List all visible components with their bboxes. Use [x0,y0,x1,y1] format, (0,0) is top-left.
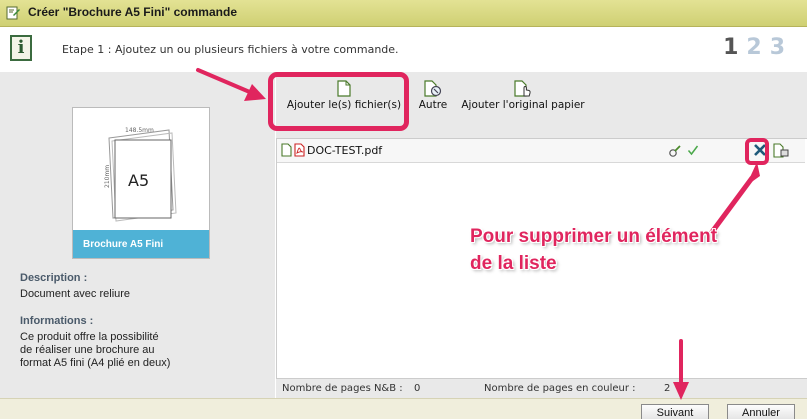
color-pages-label: Nombre de pages en couleur : [484,383,636,394]
info-line-2: de réaliser une brochure au [20,344,155,356]
info-icon: i [10,35,32,61]
document-scan-icon [424,80,442,97]
hand-document-icon [514,80,531,97]
file-name: DOC-TEST.pdf [307,144,383,157]
window-title: Créer "Brochure A5 Fini" commande [28,5,237,19]
document-edit-icon [6,6,20,20]
annotation-line-1: Pour supprimer un élément [470,226,718,247]
delete-annotation: Pour supprimer un élément de la liste [470,223,790,277]
settings-tool-icon[interactable] [668,144,682,158]
add-paper-original-button[interactable]: Ajouter l'original papier [458,80,588,111]
step-3: 3 [769,35,793,60]
thumb-format-label: A5 [128,171,149,190]
brochure-icon: 148.5mm 210mm A5 [104,127,177,222]
info-label: Informations : [20,315,94,327]
title-bar: Créer "Brochure A5 Fini" commande [0,0,807,27]
pdf-icon [294,143,305,157]
annotation-line-2: de la liste [470,253,557,274]
thumb-height-label: 210mm [104,165,111,188]
color-pages-value: 2 [664,383,671,394]
product-thumbnail: 148.5mm 210mm A5 [73,108,209,232]
step-indicator: 123 [723,35,793,60]
document-print-icon[interactable] [773,143,789,158]
other-source-label: Autre [418,99,448,111]
description-text: Document avec reliure [20,288,131,300]
add-files-highlight [268,72,409,131]
product-card: 148.5mm 210mm A5 Brochure A5 Fini [72,107,210,259]
step-1: 1 [723,35,747,60]
document-icon [281,143,292,157]
delete-highlight [745,138,769,165]
next-button[interactable]: Suivant [641,404,709,419]
step-bar: i Etape 1 : Ajoutez un ou plusieurs fich… [0,28,807,72]
product-panel: 148.5mm 210mm A5 Brochure A5 Fini Descri… [0,72,275,398]
dialog-footer: Suivant Annuler [0,398,807,419]
step-instruction: Etape 1 : Ajoutez un ou plusieurs fichie… [62,43,399,56]
cancel-button[interactable]: Annuler [727,404,795,419]
description-label: Description : [20,272,88,284]
step-2: 2 [746,35,770,60]
thumb-width-label: 148.5mm [125,127,154,134]
checkmark-icon[interactable] [687,144,699,156]
bw-pages-value: 0 [414,383,421,394]
info-line-3: format A5 fini (A4 plié en deux) [20,357,171,369]
info-line-1: Ce produit offre la possibilité [20,331,159,343]
bw-pages-label: Nombre de pages N&B : [282,383,403,394]
product-caption: Brochure A5 Fini [73,230,209,258]
page-count-bar: Nombre de pages N&B : 0 Nombre de pages … [276,378,807,398]
add-paper-original-label: Ajouter l'original papier [461,99,585,111]
other-source-button[interactable]: Autre [413,80,453,111]
file-row[interactable]: DOC-TEST.pdf [277,139,805,163]
